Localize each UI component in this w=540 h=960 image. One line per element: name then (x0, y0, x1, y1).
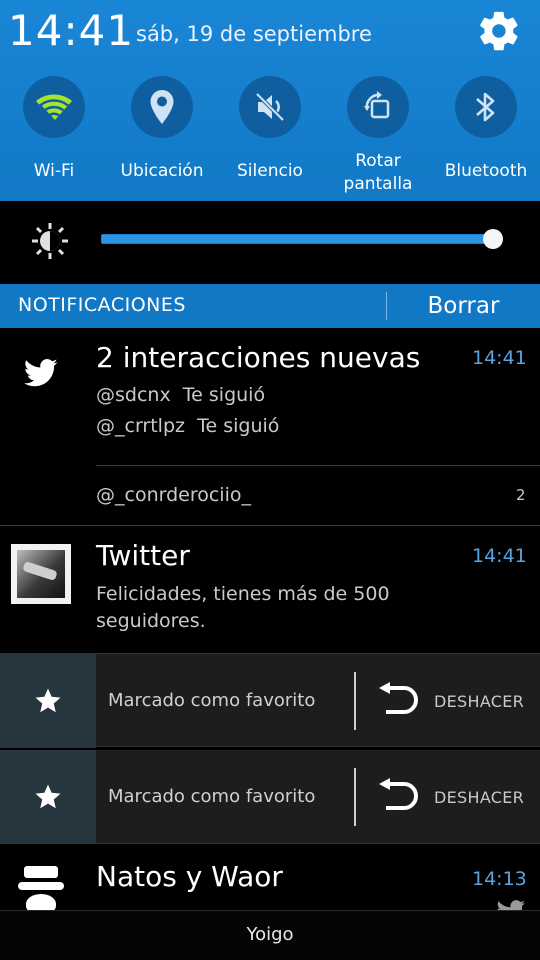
tile-location[interactable]: Ubicación (112, 76, 212, 183)
twitter-bird-icon (24, 359, 58, 387)
bluetooth-icon (455, 76, 517, 138)
wifi-icon (23, 76, 85, 138)
status-date: sáb, 19 de septiembre (136, 22, 372, 46)
undo-button[interactable]: DESHACER (360, 750, 540, 844)
tile-wifi[interactable]: Wi-Fi (4, 76, 104, 183)
mute-icon (239, 76, 301, 138)
follower-handle: @sdcnx (96, 384, 171, 406)
natos-waor-avatar (16, 866, 66, 910)
notification-separator (0, 525, 540, 526)
notification-time: 14:41 (472, 347, 527, 369)
tile-bluetooth[interactable]: Bluetooth (436, 76, 536, 183)
notification-title: 2 interacciones nuevas (96, 341, 421, 374)
tile-label: Wi-Fi (33, 161, 75, 181)
notification-divider (96, 465, 540, 466)
undo-divider (354, 768, 356, 826)
notification-favorite[interactable]: Marcado como favorito DESHACER (0, 750, 540, 844)
notification-natos-y-waor[interactable]: Natos y Waor 14:13 (0, 848, 540, 910)
notifications-title: NOTIFICACIONES (18, 294, 186, 316)
favorite-text: Marcado como favorito (108, 690, 316, 711)
follow-action: Te siguió (197, 415, 280, 437)
undo-label: DESHACER (434, 692, 525, 711)
tile-label-line1: Rotar (355, 151, 401, 171)
tile-silence[interactable]: Silencio (220, 76, 320, 183)
undo-divider (354, 672, 356, 730)
account-count: 2 (516, 486, 526, 504)
notification-text: seguidores. (96, 610, 206, 632)
notification-line: @sdcnx Te siguió (96, 384, 265, 406)
notification-time: 14:13 (472, 868, 527, 890)
notification-title: Twitter (96, 539, 190, 572)
undo-icon (379, 778, 418, 810)
status-clock: 14:41 (8, 6, 135, 55)
notification-time: 14:41 (472, 545, 527, 567)
carrier-label: Yoigo (0, 910, 540, 960)
notification-favorite[interactable]: Marcado como favorito DESHACER (0, 653, 540, 748)
undo-label: DESHACER (434, 788, 525, 807)
star-icon (0, 750, 96, 844)
tile-label: Bluetooth (444, 161, 528, 181)
account-handle: @_conrderociio_ (96, 484, 251, 506)
favorite-text: Marcado como favorito (108, 786, 316, 807)
profile-thumbnail (11, 544, 71, 604)
brightness-slider[interactable] (101, 234, 497, 244)
tile-label-line2: pantalla (343, 174, 413, 194)
tile-label: Rotar pantalla (328, 150, 428, 196)
brightness-slider-thumb[interactable] (483, 229, 504, 249)
location-icon (131, 76, 193, 138)
tile-label: Ubicación (120, 161, 204, 181)
notification-text: Felicidades, tienes más de 500 (96, 583, 390, 605)
tile-rotate-screen[interactable]: Rotar pantalla (328, 76, 428, 196)
settings-gear-icon[interactable] (476, 8, 522, 54)
auto-brightness-icon[interactable] (30, 221, 70, 261)
rotate-screen-icon (347, 76, 409, 138)
clear-all-button[interactable]: Borrar (387, 284, 540, 328)
undo-button[interactable]: DESHACER (360, 654, 540, 748)
follower-handle: @_crrtlpz (96, 415, 185, 437)
twitter-bird-icon (497, 900, 525, 910)
brightness-slider-fill (102, 235, 493, 243)
notification-title: Natos y Waor (96, 860, 283, 893)
star-icon (0, 654, 96, 748)
notification-line: @_crrtlpz Te siguió (96, 415, 279, 437)
undo-icon (379, 682, 418, 714)
follow-action: Te siguió (182, 384, 266, 406)
notifications-header: NOTIFICACIONES Borrar (0, 284, 540, 328)
quick-settings-panel: 14:41 sáb, 19 de septiembre Wi-Fi Ubicac… (0, 0, 540, 201)
tile-label: Silencio (237, 161, 303, 181)
